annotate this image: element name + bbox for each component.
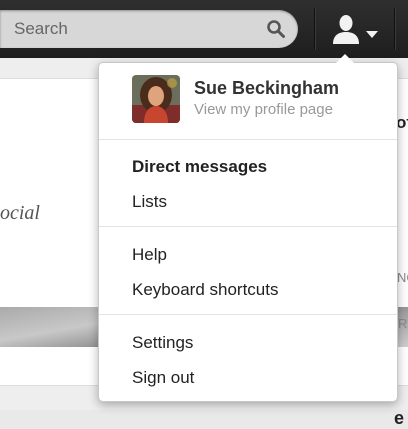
search-icon[interactable] [266,19,286,39]
chevron-down-icon [366,26,378,38]
user-icon [330,13,362,45]
menu-item-help[interactable]: Help [132,245,167,265]
menu-divider [99,226,397,227]
topbar-divider [314,8,315,50]
search-input[interactable] [0,10,250,48]
menu-divider [99,139,397,140]
dropdown-caret [336,54,354,63]
menu-item-lists[interactable]: Lists [132,192,167,212]
top-bar [0,0,408,59]
profile-link-item[interactable]: Sue Beckingham View my profile page [99,63,397,139]
menu-item-sign-out[interactable]: Sign out [132,368,194,388]
menu-item-settings[interactable]: Settings [132,333,193,353]
menu-divider [99,314,397,315]
background-edge-text: R [398,316,408,331]
view-profile-link[interactable]: View my profile page [194,101,333,118]
search-box[interactable] [0,10,298,48]
background-edge-text: e [394,408,405,428]
avatar [132,75,180,123]
user-dropdown-menu: Sue Beckingham View my profile page Dire… [98,54,398,402]
background-card-text: ocial [0,202,40,224]
user-menu-button[interactable] [322,8,386,50]
topbar-divider-right [394,8,395,50]
profile-name: Sue Beckingham [194,78,340,98]
menu-item-direct-messages[interactable]: Direct messages [132,157,267,177]
background-edge-text: NG [397,270,408,285]
menu-item-keyboard-shortcuts[interactable]: Keyboard shortcuts [132,280,278,300]
